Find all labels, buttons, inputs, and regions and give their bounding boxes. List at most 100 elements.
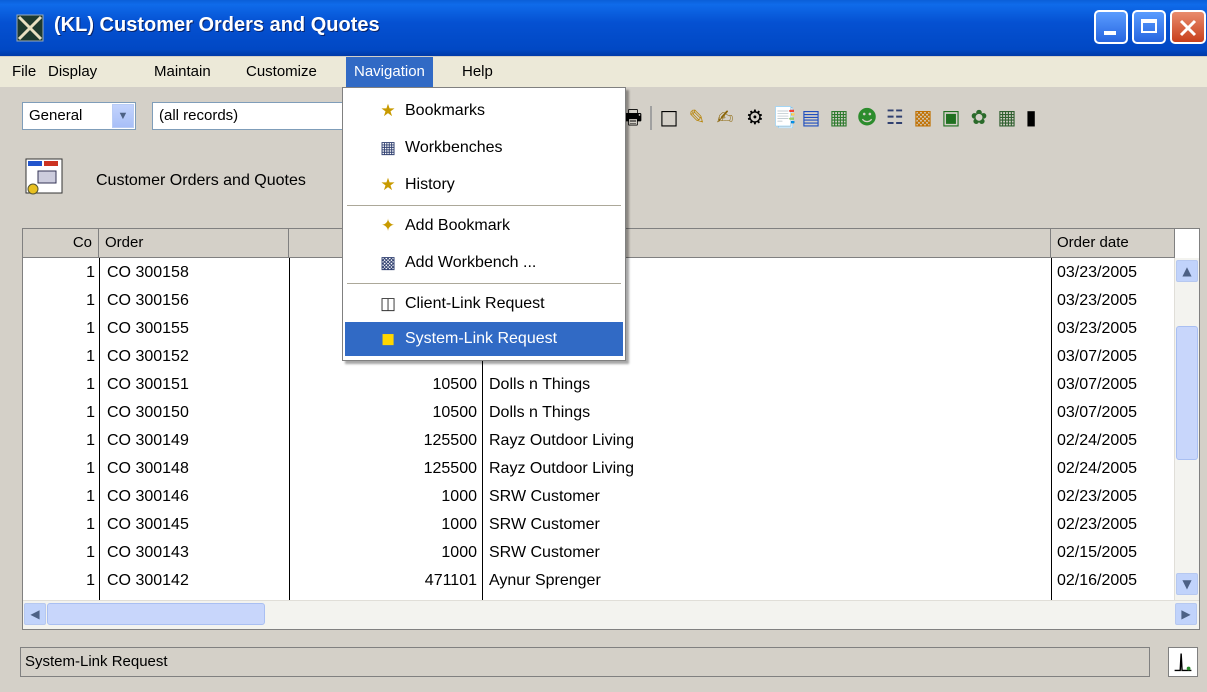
cell-order-date: 02/23/2005 <box>1057 488 1138 505</box>
menu-item-client-link-request[interactable]: ◫ Client-Link Request <box>345 287 623 321</box>
filter-select[interactable]: (all records) <box>152 102 352 130</box>
table-row[interactable]: 1 CO 300145 1000 SRW Customer 02/23/2005 <box>23 511 1175 538</box>
menu-item-bookmarks[interactable]: ★ Bookmarks <box>345 94 623 128</box>
table-row[interactable]: 1 CO 300148 125500 Rayz Outdoor Living 02/24… <box>23 455 1175 482</box>
scroll-up-button[interactable]: ▲ <box>1176 260 1198 282</box>
close-button[interactable] <box>1170 10 1206 44</box>
menu-file[interactable]: File <box>4 57 44 87</box>
cell-order-date: 03/07/2005 <box>1057 376 1138 393</box>
horizontal-scrollbar[interactable]: ◀ ▶ <box>23 600 1199 629</box>
maximize-button[interactable] <box>1132 10 1166 44</box>
form-title: Customer Orders and Quotes <box>96 172 306 189</box>
history-icon: ★ <box>380 175 396 194</box>
minimize-icon <box>1104 31 1116 35</box>
grid-icon[interactable]: ▣ <box>940 104 962 130</box>
horizontal-scroll-thumb[interactable] <box>47 603 265 625</box>
table-row[interactable]: 1 CO 300143 1000 SRW Customer 02/15/2005 <box>23 539 1175 566</box>
filter-select-value: (all records) <box>159 107 239 124</box>
client-link-icon: ◫ <box>379 294 397 313</box>
cell-co: 1 <box>86 292 95 309</box>
table-row[interactable]: 1 CO 300151 10500 Dolls n Things 03/07/2005 <box>23 371 1175 398</box>
chevron-down-icon[interactable]: ▼ <box>112 104 134 128</box>
cell-customer-name: SRW Customer <box>489 488 600 505</box>
new-record-icon[interactable]: □ <box>658 104 680 130</box>
menu-item-history[interactable]: ★ History <box>345 168 623 202</box>
list-icon[interactable]: ☷ <box>884 104 906 130</box>
scroll-down-button[interactable]: ▼ <box>1176 573 1198 595</box>
toolbar-separator <box>650 106 652 130</box>
calendar-icon[interactable]: ▦ <box>996 104 1018 130</box>
menu-bar: File Display Maintain Customize Navigati… <box>0 57 1207 87</box>
cell-co: 1 <box>86 320 95 337</box>
cell-co: 1 <box>86 404 95 421</box>
table-row[interactable]: 1 CO 300149 125500 Rayz Outdoor Living 02/24… <box>23 427 1175 454</box>
cell-customer-number: 471101 <box>424 572 477 589</box>
cell-customer-number: 10500 <box>432 376 478 393</box>
menu-item-system-link-request[interactable]: ◼ System-Link Request <box>345 322 623 356</box>
cell-customer-name: Rayz Outdoor Living <box>489 460 634 477</box>
column-header-co[interactable]: Co <box>23 229 99 258</box>
cell-order: CO 300156 <box>107 292 189 309</box>
system-link-icon: ◼ <box>380 329 396 348</box>
menu-item-add-bookmark[interactable]: ✦ Add Bookmark <box>345 209 623 243</box>
cell-co: 1 <box>86 516 95 533</box>
cell-order: CO 300146 <box>107 488 189 505</box>
cell-customer-number: 1000 <box>441 516 477 533</box>
menu-item-workbenches[interactable]: ▦ Workbenches <box>345 131 623 165</box>
more-icon[interactable]: ▮ <box>1020 104 1042 130</box>
menu-item-add-workbench[interactable]: ▩ Add Workbench ... <box>345 246 623 280</box>
table-row[interactable]: 1 CO 300142 471101 Aynur Sprenger 02/16/2005 <box>23 567 1175 594</box>
scroll-right-button[interactable]: ▶ <box>1175 603 1197 625</box>
scroll-left-button[interactable]: ◀ <box>24 603 46 625</box>
add-workbench-icon: ▩ <box>379 253 397 272</box>
cell-customer-name: Rayz Outdoor Living <box>489 432 634 449</box>
cell-order-date: 03/07/2005 <box>1057 348 1138 365</box>
copy-icon[interactable]: 📑 <box>772 104 797 130</box>
cell-order-date: 02/24/2005 <box>1057 432 1138 449</box>
cell-order: CO 300143 <box>107 544 189 561</box>
table-row[interactable]: 1 CO 300146 1000 SRW Customer 02/23/2005 <box>23 483 1175 510</box>
menu-maintain[interactable]: Maintain <box>146 57 219 87</box>
cell-order: CO 300150 <box>107 404 189 421</box>
cell-order: CO 300155 <box>107 320 189 337</box>
minimize-button[interactable] <box>1094 10 1128 44</box>
cell-order: CO 300152 <box>107 348 189 365</box>
vertical-scrollbar[interactable]: ▲ ▼ <box>1174 258 1199 601</box>
cell-co: 1 <box>86 264 95 281</box>
cell-order: CO 300151 <box>107 376 189 393</box>
user-icon[interactable]: ☻ <box>856 104 878 130</box>
cell-customer-name: Aynur Sprenger <box>489 572 601 589</box>
cell-customer-name: Dolls n Things <box>489 404 591 421</box>
cell-customer-name: SRW Customer <box>489 544 600 561</box>
form-icon[interactable]: ▦ <box>828 104 850 130</box>
edit-icon[interactable]: ✎ <box>686 104 708 130</box>
settings-icon[interactable]: ✿ <box>968 104 990 130</box>
cell-order-date: 03/07/2005 <box>1057 404 1138 421</box>
cell-customer-number: 1000 <box>441 544 477 561</box>
add-bookmark-icon: ✦ <box>380 216 396 235</box>
cell-order-date: 03/23/2005 <box>1057 264 1138 281</box>
table-row[interactable]: 1 CO 300150 10500 Dolls n Things 03/07/2005 <box>23 399 1175 426</box>
vertical-scroll-thumb[interactable] <box>1176 326 1198 460</box>
cell-co: 1 <box>86 572 95 589</box>
menu-navigation[interactable]: Navigation <box>346 57 433 87</box>
menu-display[interactable]: Display <box>40 57 105 87</box>
cell-customer-number: 125500 <box>423 432 477 449</box>
filter-icon[interactable]: ⚙ <box>744 104 766 130</box>
cell-customer-number: 125500 <box>423 460 477 477</box>
menu-help[interactable]: Help <box>454 57 501 87</box>
cell-co: 1 <box>86 544 95 561</box>
cell-order: CO 300145 <box>107 516 189 533</box>
menu-customize[interactable]: Customize <box>238 57 325 87</box>
chart-icon[interactable]: ▩ <box>912 104 934 130</box>
view-select[interactable]: General ▼ <box>22 102 136 130</box>
column-header-order[interactable]: Order <box>99 229 289 258</box>
menu-item-label: Workbenches <box>405 139 503 156</box>
menu-item-label: Add Bookmark <box>405 217 510 234</box>
edit-all-icon[interactable]: ✍ <box>714 104 736 130</box>
cell-co: 1 <box>86 348 95 365</box>
report-icon[interactable]: ▤ <box>800 104 822 130</box>
maximize-icon <box>1141 19 1157 33</box>
column-header-order-date[interactable]: Order date <box>1051 229 1175 258</box>
cell-order: CO 300142 <box>107 572 189 589</box>
